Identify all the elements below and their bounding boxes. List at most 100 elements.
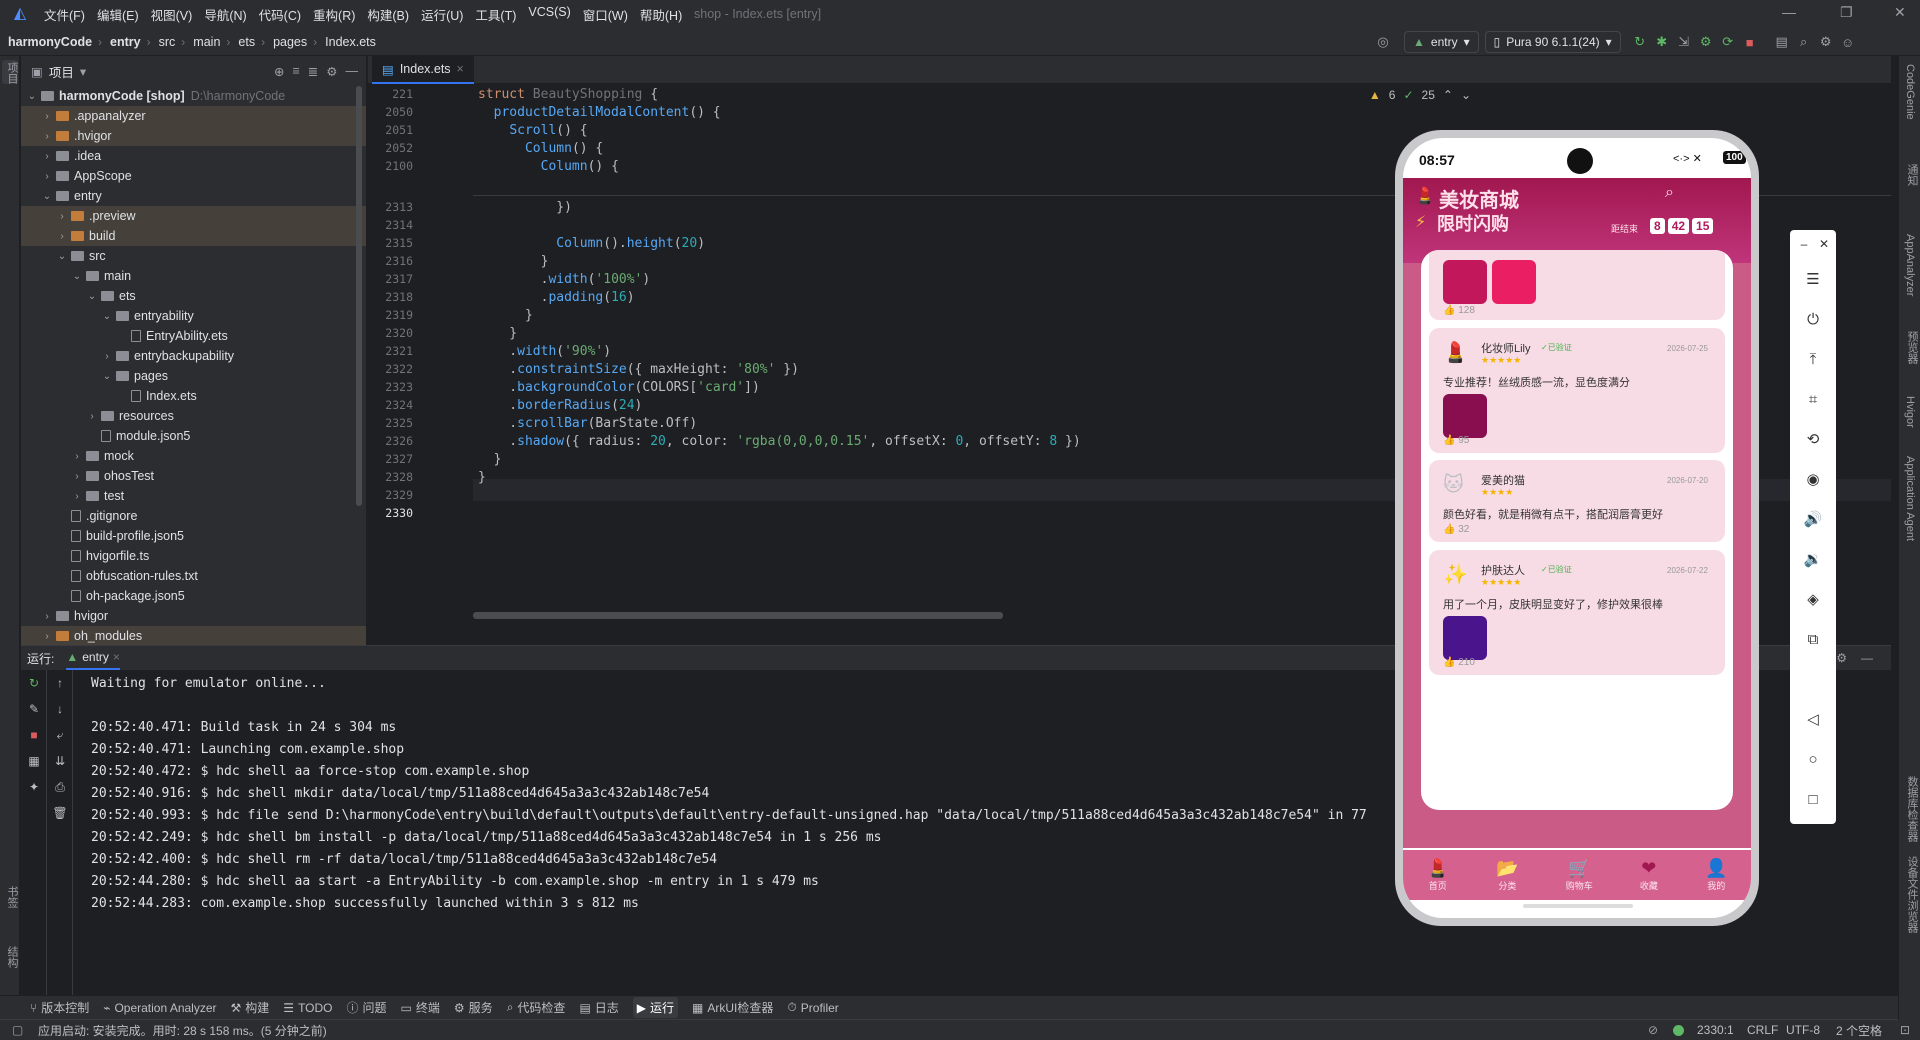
recents-icon[interactable]: □ [1803, 790, 1823, 810]
tree-item[interactable]: hvigorfile.ts [21, 546, 366, 566]
volume-down-icon[interactable]: 🔉 [1803, 550, 1823, 570]
chevron-right-icon[interactable]: › [40, 611, 54, 622]
device-manager-icon[interactable]: ▤ [1771, 31, 1793, 53]
tab-3[interactable]: ❤ 收藏 [1640, 858, 1658, 892]
clear-icon[interactable]: 🗑 [47, 800, 73, 826]
tree-item[interactable]: › hvigor [21, 606, 366, 626]
chevron-down-icon[interactable]: ⌄ [25, 91, 39, 102]
sticky-code-line[interactable]: Column() { [478, 159, 619, 174]
collapse-all-icon[interactable]: ≣ [308, 64, 318, 79]
tree-item[interactable]: Index.ets [21, 386, 366, 406]
breadcrumb-item[interactable]: ets [230, 35, 255, 49]
chevron-right-icon[interactable]: › [40, 111, 54, 122]
tree-item[interactable]: ⌄ entry [21, 186, 366, 206]
debug-icon[interactable]: ✱ [1651, 31, 1673, 53]
scroll-up-icon[interactable]: ↑ [47, 670, 73, 696]
line-separator[interactable]: CRLF [1747, 1023, 1778, 1037]
horizontal-scrollbar[interactable] [473, 612, 1003, 619]
tree-item[interactable]: ⌄ src [21, 246, 366, 266]
rerun-icon[interactable]: ↻ [1629, 31, 1651, 53]
run-tab-entry[interactable]: ▲ entry × [66, 646, 120, 670]
tree-item[interactable]: build-profile.json5 [21, 526, 366, 546]
tree-item[interactable]: › .hvigor [21, 126, 366, 146]
tool-profiler[interactable]: ⏱ Profiler [787, 1000, 838, 1015]
scroll-to-end-icon[interactable]: ⇊ [47, 748, 73, 774]
menu-item[interactable]: 代码(C) [253, 5, 307, 24]
more-icon[interactable]: ⧉ [1803, 630, 1823, 650]
tool-arkui-inspector[interactable]: ▦ ArkUI检查器 [692, 999, 773, 1016]
right-tool-6[interactable]: 数据库检查器 [1904, 776, 1920, 842]
breadcrumb-item[interactable]: pages [265, 35, 307, 49]
sticky-code-line[interactable]: productDetailModalContent() { [478, 105, 721, 120]
maximize-icon[interactable]: ❐ [1840, 4, 1853, 21]
tree-item[interactable]: › .preview [21, 206, 366, 226]
tree-item[interactable]: › oh_modules [21, 626, 366, 646]
sticky-code-line[interactable]: struct BeautyShopping { [478, 87, 658, 102]
menu-item[interactable]: VCS(S) [522, 5, 576, 24]
chevron-right-icon[interactable]: › [55, 211, 69, 222]
code-line[interactable]: } [478, 308, 533, 323]
right-tool-1[interactable]: 通知 [1904, 164, 1920, 186]
scroll-down-icon[interactable]: ↓ [47, 696, 73, 722]
code-line[interactable]: .padding(16) [478, 290, 635, 305]
tool-build[interactable]: ⚒ 构建 [231, 999, 270, 1016]
lock-icon[interactable]: ⊡ [1900, 1023, 1910, 1037]
profile-icon[interactable]: ⚙ [1695, 31, 1717, 53]
tool-version-control[interactable]: ⑂ 版本控制 [30, 999, 89, 1016]
tree-item[interactable]: ⌄ harmonyCode [shop] D:\harmonyCode [21, 86, 366, 106]
app-logo-icon[interactable]: ◭ [10, 4, 30, 24]
chevron-down-icon[interactable]: ⌄ [70, 271, 84, 282]
right-tool-5[interactable]: Application Agent [1904, 456, 1916, 541]
module-selector[interactable]: ▲ entry ▾ [1404, 31, 1479, 53]
minimize-icon[interactable]: — [1782, 4, 1796, 20]
hide-panel-icon[interactable]: — [346, 64, 359, 79]
upload-icon[interactable]: ⤒ [1803, 350, 1823, 370]
tree-item[interactable]: › test [21, 486, 366, 506]
chevron-down-icon[interactable]: ⌄ [55, 251, 69, 262]
right-tool-7[interactable]: 设备文件浏览器 [1904, 856, 1920, 933]
account-icon[interactable]: ☺ [1837, 31, 1859, 53]
code-line[interactable]: .width('90%') [478, 344, 611, 359]
like-count[interactable]: 👍 210 [1443, 657, 1475, 668]
structure-tool-button[interactable]: 结构 [4, 946, 20, 968]
menu-item[interactable]: 导航(N) [198, 5, 252, 24]
tree-item[interactable]: ⌄ ets [21, 286, 366, 306]
run-settings-gear-icon[interactable]: ⚙ [1836, 651, 1847, 665]
code-line[interactable]: } [478, 326, 517, 341]
tree-item[interactable]: ⌄ main [21, 266, 366, 286]
select-opened-file-icon[interactable]: ⊕ [274, 64, 284, 79]
bookmarks-tool-button[interactable]: 书签 [4, 886, 20, 908]
chevron-right-icon[interactable]: › [40, 631, 54, 642]
home-indicator[interactable] [1523, 904, 1633, 908]
close-tab-icon[interactable]: × [113, 650, 120, 664]
attach-debugger-icon[interactable]: ⇲ [1673, 31, 1695, 53]
code-line[interactable]: .width('100%') [478, 272, 651, 287]
back-icon[interactable]: ◁ [1803, 710, 1823, 730]
code-line[interactable]: .constraintSize({ maxHeight: '80%' }) [478, 362, 799, 377]
chevron-down-icon[interactable]: ⌄ [40, 191, 54, 202]
like-count[interactable]: 👍 128 [1443, 305, 1475, 316]
right-tool-3[interactable]: 预览器 [1904, 331, 1920, 364]
chevron-down-icon[interactable]: ▾ [80, 64, 86, 79]
code-line[interactable]: .shadow({ radius: 20, color: 'rgba(0,0,0… [478, 434, 1080, 449]
tree-item[interactable]: › .appanalyzer [21, 106, 366, 126]
home-icon[interactable]: ○ [1803, 750, 1823, 770]
tool-todo[interactable]: ☰ TODO [283, 1001, 332, 1015]
tool-services[interactable]: ⚙ 服务 [454, 999, 493, 1016]
like-count[interactable]: 👍 32 [1443, 524, 1469, 535]
product-detail-modal[interactable]: 👍 128 💄 化妆师Lily ✓已验证 ★★★★★ 2026-07-25 专业推荐！丝绒… [1421, 250, 1733, 810]
tree-item[interactable]: .gitignore [21, 506, 366, 526]
settings-gear-icon[interactable]: ⚙ [1815, 31, 1837, 53]
screenshot-icon[interactable]: ◉ [1803, 470, 1823, 490]
tree-item[interactable]: › build [21, 226, 366, 246]
tree-item[interactable]: EntryAbility.ets [21, 326, 366, 346]
right-tool-0[interactable]: CodeGenie [1904, 64, 1916, 120]
menu-icon[interactable]: ☰ [1803, 270, 1823, 290]
breadcrumb-item[interactable]: Index.ets [317, 35, 376, 49]
tab-4[interactable]: 👤 我的 [1705, 858, 1727, 892]
tree-item[interactable]: › resources [21, 406, 366, 426]
minimize-icon[interactable]: – [1794, 234, 1814, 254]
tool-code-inspection[interactable]: ⌕ 代码检查 [507, 999, 566, 1016]
menu-item[interactable]: 帮助(H) [634, 5, 688, 24]
code-line[interactable]: .backgroundColor(COLORS['card']) [478, 380, 760, 395]
